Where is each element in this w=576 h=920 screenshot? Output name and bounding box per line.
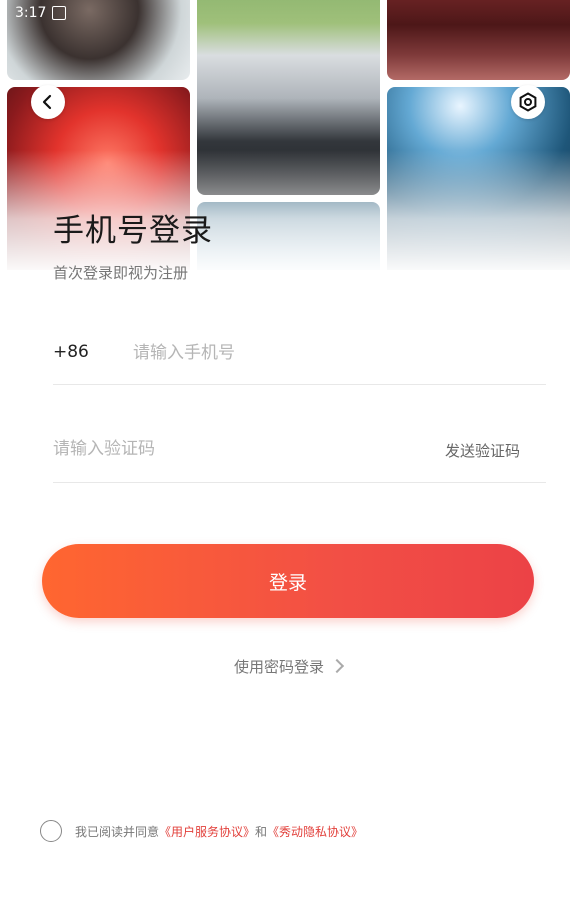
verification-code-input[interactable] <box>53 436 353 462</box>
phone-row: +86 <box>53 322 546 385</box>
chevron-right-icon <box>329 658 345 674</box>
phone-input[interactable] <box>133 340 513 366</box>
password-login-label: 使用密码登录 <box>233 658 324 676</box>
login-button[interactable]: 登录 <box>42 544 534 618</box>
stage-photo <box>387 0 570 80</box>
status-bar: 3:17 <box>15 5 67 21</box>
user-agreement-link[interactable]: 《用户服务协议》 <box>159 825 255 839</box>
sim-card-icon <box>52 6 67 20</box>
back-button[interactable] <box>31 85 65 119</box>
verification-row: 发送验证码 <box>53 420 546 483</box>
country-code[interactable]: +86 <box>53 342 89 362</box>
send-code-button[interactable]: 发送验证码 <box>445 440 520 461</box>
page-subtitle: 首次登录即视为注册 <box>53 264 189 282</box>
privacy-policy-link[interactable]: 《秀动隐私协议》 <box>267 825 363 839</box>
agreement-checkbox[interactable] <box>40 820 62 842</box>
agreement-row: 我已阅读并同意《用户服务协议》和《秀动隐私协议》 <box>40 820 363 842</box>
hexagon-gear-icon <box>519 92 537 112</box>
status-time: 3:17 <box>15 5 47 21</box>
settings-button[interactable] <box>511 85 545 119</box>
page-title: 手机号登录 <box>53 213 213 249</box>
chevron-left-icon <box>42 94 52 110</box>
agreement-conjunction: 和 <box>255 824 268 839</box>
password-login-link[interactable]: 使用密码登录 <box>0 656 576 677</box>
agreement-text: 我已阅读并同意《用户服务协议》和《秀动隐私协议》 <box>75 823 363 840</box>
agreement-prefix: 我已阅读并同意 <box>75 824 160 839</box>
